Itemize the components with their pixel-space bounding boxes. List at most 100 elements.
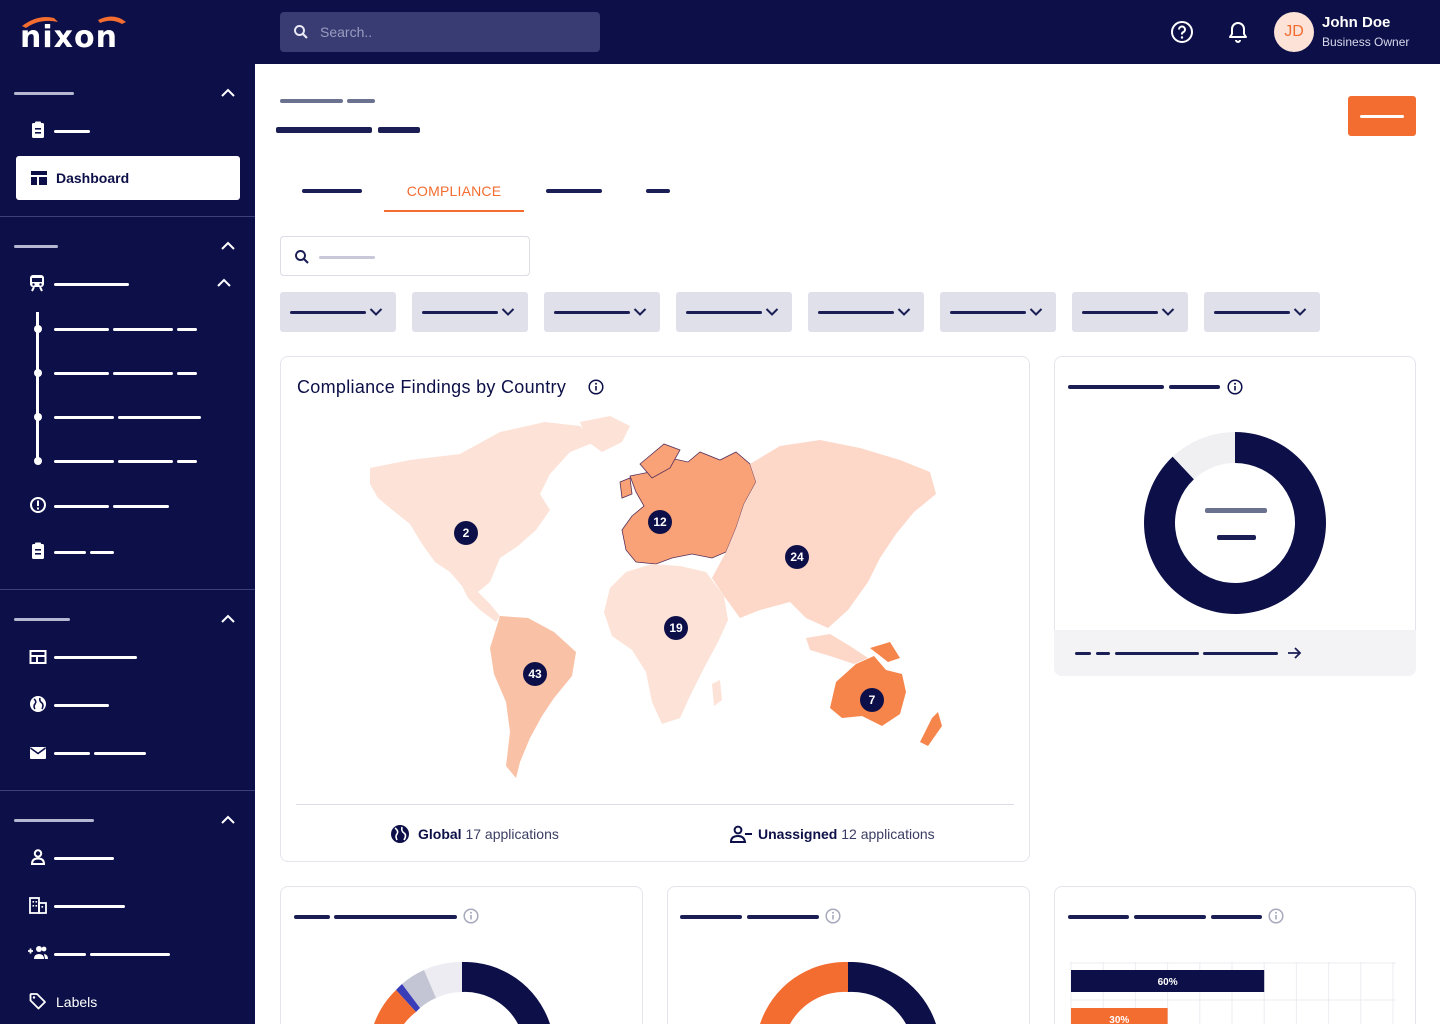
sidebar-item-placeholder[interactable] (90, 953, 170, 956)
unassigned-label: Unassigned (758, 826, 838, 842)
filter-dropdown[interactable] (676, 292, 792, 332)
region-madagascar (712, 680, 722, 706)
tab-placeholder[interactable] (646, 189, 670, 193)
sub-item-placeholder[interactable] (54, 460, 114, 463)
avatar[interactable]: JD (1274, 12, 1314, 52)
sub-item-placeholder[interactable] (118, 416, 201, 419)
sidebar-item-placeholder[interactable] (54, 283, 129, 286)
sidebar-item-placeholder[interactable] (54, 130, 90, 133)
card-title (1169, 385, 1220, 389)
card-title (747, 915, 819, 919)
sidebar-item-placeholder[interactable] (54, 752, 90, 755)
filter-dropdown[interactable] (544, 292, 660, 332)
sub-item-placeholder[interactable] (54, 416, 114, 419)
unassigned-applications: Unassigned 12 applications (758, 826, 935, 842)
filter-dropdown[interactable] (1072, 292, 1188, 332)
breadcrumb[interactable] (347, 99, 375, 103)
region-africa (604, 564, 728, 724)
chevron-up-icon[interactable] (217, 278, 231, 287)
sidebar-item-placeholder[interactable] (54, 905, 125, 908)
info-icon[interactable] (463, 908, 479, 924)
sidebar-item-labels[interactable]: Labels (56, 994, 97, 1010)
mail-icon (30, 747, 46, 759)
sidebar-item-placeholder[interactable] (54, 656, 137, 659)
card-title (680, 915, 742, 919)
sidebar-item-placeholder[interactable] (54, 704, 109, 707)
donut-chart-partial[interactable] (758, 962, 938, 1024)
link-text[interactable] (1203, 652, 1278, 655)
chevron-up-icon[interactable] (221, 815, 235, 824)
global-search[interactable]: Search.. (280, 12, 600, 52)
link-text[interactable] (1075, 652, 1091, 655)
info-icon[interactable] (1227, 379, 1243, 395)
region-south-america (490, 616, 576, 778)
chevron-down-icon (1293, 308, 1307, 316)
sidebar-item-placeholder[interactable] (54, 505, 109, 508)
sidebar-item-dashboard[interactable]: Dashboard (16, 156, 240, 200)
search-placeholder: Search.. (320, 24, 373, 40)
sub-item-placeholder[interactable] (177, 372, 197, 375)
sub-item-placeholder[interactable] (177, 460, 197, 463)
user-name: John Doe (1322, 14, 1391, 31)
filter-dropdown[interactable] (412, 292, 528, 332)
card-divider (296, 804, 1014, 805)
filter-dropdown[interactable] (1204, 292, 1320, 332)
search-placeholder (319, 256, 375, 259)
sidebar-item-placeholder[interactable] (54, 551, 86, 554)
sidebar-item-placeholder[interactable] (90, 551, 114, 554)
tree-node (34, 413, 42, 421)
info-icon[interactable] (588, 379, 604, 395)
donut-chart[interactable] (1144, 432, 1326, 614)
chevron-up-icon[interactable] (221, 88, 235, 97)
map-marker[interactable]: 43 (523, 662, 547, 686)
filter-search-input[interactable] (280, 236, 530, 276)
section-header-placeholder (14, 618, 70, 621)
marker-count: 12 (653, 515, 667, 529)
arrow-right-icon[interactable] (1287, 646, 1302, 660)
tab-placeholder[interactable] (302, 189, 362, 193)
bell-icon[interactable] (1226, 20, 1250, 44)
clipboard-icon (32, 121, 44, 138)
donut-chart-partial[interactable] (372, 962, 552, 1024)
chevron-up-icon[interactable] (221, 241, 235, 250)
horizontal-bar-chart[interactable]: 60% 30% (1070, 962, 1396, 1024)
map-marker[interactable]: 24 (785, 545, 809, 569)
chevron-up-icon[interactable] (221, 614, 235, 623)
sidebar-item-placeholder[interactable] (54, 857, 114, 860)
nixon-logo[interactable]: nixon (18, 10, 130, 54)
world-map[interactable]: 2 12 24 19 43 7 (340, 412, 960, 792)
breadcrumb[interactable] (280, 99, 343, 103)
sidebar-item-placeholder[interactable] (54, 953, 86, 956)
filter-dropdown[interactable] (940, 292, 1056, 332)
link-text[interactable] (1115, 652, 1199, 655)
map-marker[interactable]: 12 (648, 510, 672, 534)
map-marker[interactable]: 2 (454, 521, 478, 545)
info-icon[interactable] (1268, 908, 1284, 924)
sub-item-placeholder[interactable] (113, 372, 173, 375)
map-marker[interactable]: 7 (860, 688, 884, 712)
sidebar-item-placeholder[interactable] (113, 505, 169, 508)
chevron-down-icon (1161, 308, 1175, 316)
sub-item-placeholder[interactable] (177, 328, 197, 331)
link-text[interactable] (1096, 652, 1110, 655)
help-circle-icon[interactable] (1170, 20, 1194, 44)
sub-item-placeholder[interactable] (54, 372, 109, 375)
card-title (1211, 915, 1262, 919)
logo-text: nixon (20, 20, 118, 54)
person-icon (30, 849, 46, 865)
primary-action-button[interactable] (1348, 96, 1416, 136)
sidebar-item-placeholder[interactable] (94, 752, 146, 755)
card-title (294, 915, 330, 919)
region-sea-islands (806, 634, 868, 664)
info-icon[interactable] (825, 908, 841, 924)
filter-dropdown[interactable] (280, 292, 396, 332)
sub-item-placeholder[interactable] (54, 328, 109, 331)
tab-compliance[interactable]: COMPLIANCE (384, 174, 524, 212)
filter-dropdown[interactable] (808, 292, 924, 332)
sub-item-placeholder[interactable] (118, 460, 173, 463)
map-marker[interactable]: 19 (664, 616, 688, 640)
sub-item-placeholder[interactable] (113, 328, 173, 331)
marker-count: 24 (790, 550, 804, 564)
card-title: Compliance Findings by Country (297, 377, 567, 397)
tab-placeholder[interactable] (546, 189, 602, 193)
